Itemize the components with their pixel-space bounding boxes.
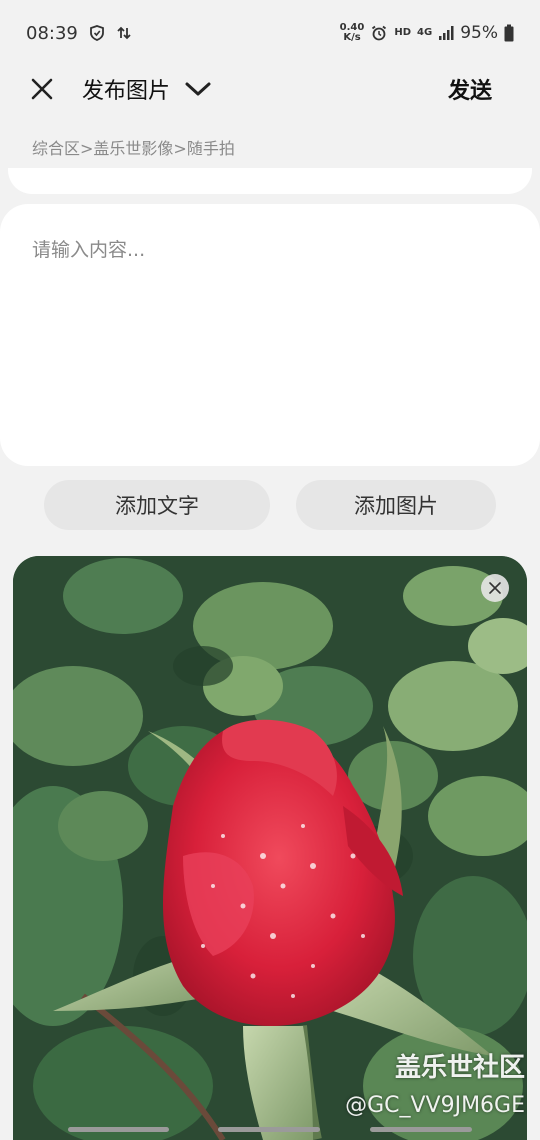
net-speed-unit: K/s	[343, 32, 361, 43]
add-image-button[interactable]: 添加图片	[296, 480, 496, 530]
network-label: 4G	[417, 27, 433, 38]
top-app-bar: 发布图片 发送	[0, 66, 540, 112]
close-icon	[489, 582, 501, 594]
net-speed: 0.40 K/s	[340, 23, 365, 43]
add-text-button[interactable]: 添加文字	[44, 480, 270, 530]
attached-photo[interactable]: 盖乐世社区 @GC_VV9JM6GE	[13, 556, 527, 1140]
remove-photo-button[interactable]	[481, 574, 509, 602]
previous-card-edge	[8, 168, 532, 194]
hd-label: HD	[394, 27, 412, 38]
battery-icon	[504, 24, 514, 42]
close-button[interactable]	[26, 73, 58, 105]
nav-handle-right[interactable]	[370, 1127, 472, 1132]
alarm-icon	[370, 24, 388, 42]
nav-handle-left[interactable]	[68, 1127, 169, 1132]
watermark-title: 盖乐世社区	[394, 1053, 525, 1083]
page-title: 发布图片	[82, 79, 171, 104]
chevron-down-icon	[185, 82, 211, 96]
nav-handle-center[interactable]	[218, 1127, 320, 1132]
vpn-shield-icon	[88, 24, 106, 42]
content-card	[0, 204, 540, 466]
close-icon	[31, 78, 53, 100]
status-time: 08:39	[26, 22, 78, 44]
battery-level: 95%	[460, 23, 498, 43]
status-bar: 08:39 0.40 K/s HD 4G 95%	[0, 0, 540, 66]
send-button[interactable]: 发送	[448, 73, 492, 105]
breadcrumb[interactable]: 综合区>盖乐世影像>随手拍	[32, 135, 235, 159]
watermark-user: @GC_VV9JM6GE	[345, 1093, 525, 1118]
post-type-selector[interactable]: 发布图片	[82, 73, 212, 105]
data-transfer-icon	[116, 25, 132, 41]
signal-icon	[438, 25, 454, 41]
content-input[interactable]	[32, 230, 508, 270]
